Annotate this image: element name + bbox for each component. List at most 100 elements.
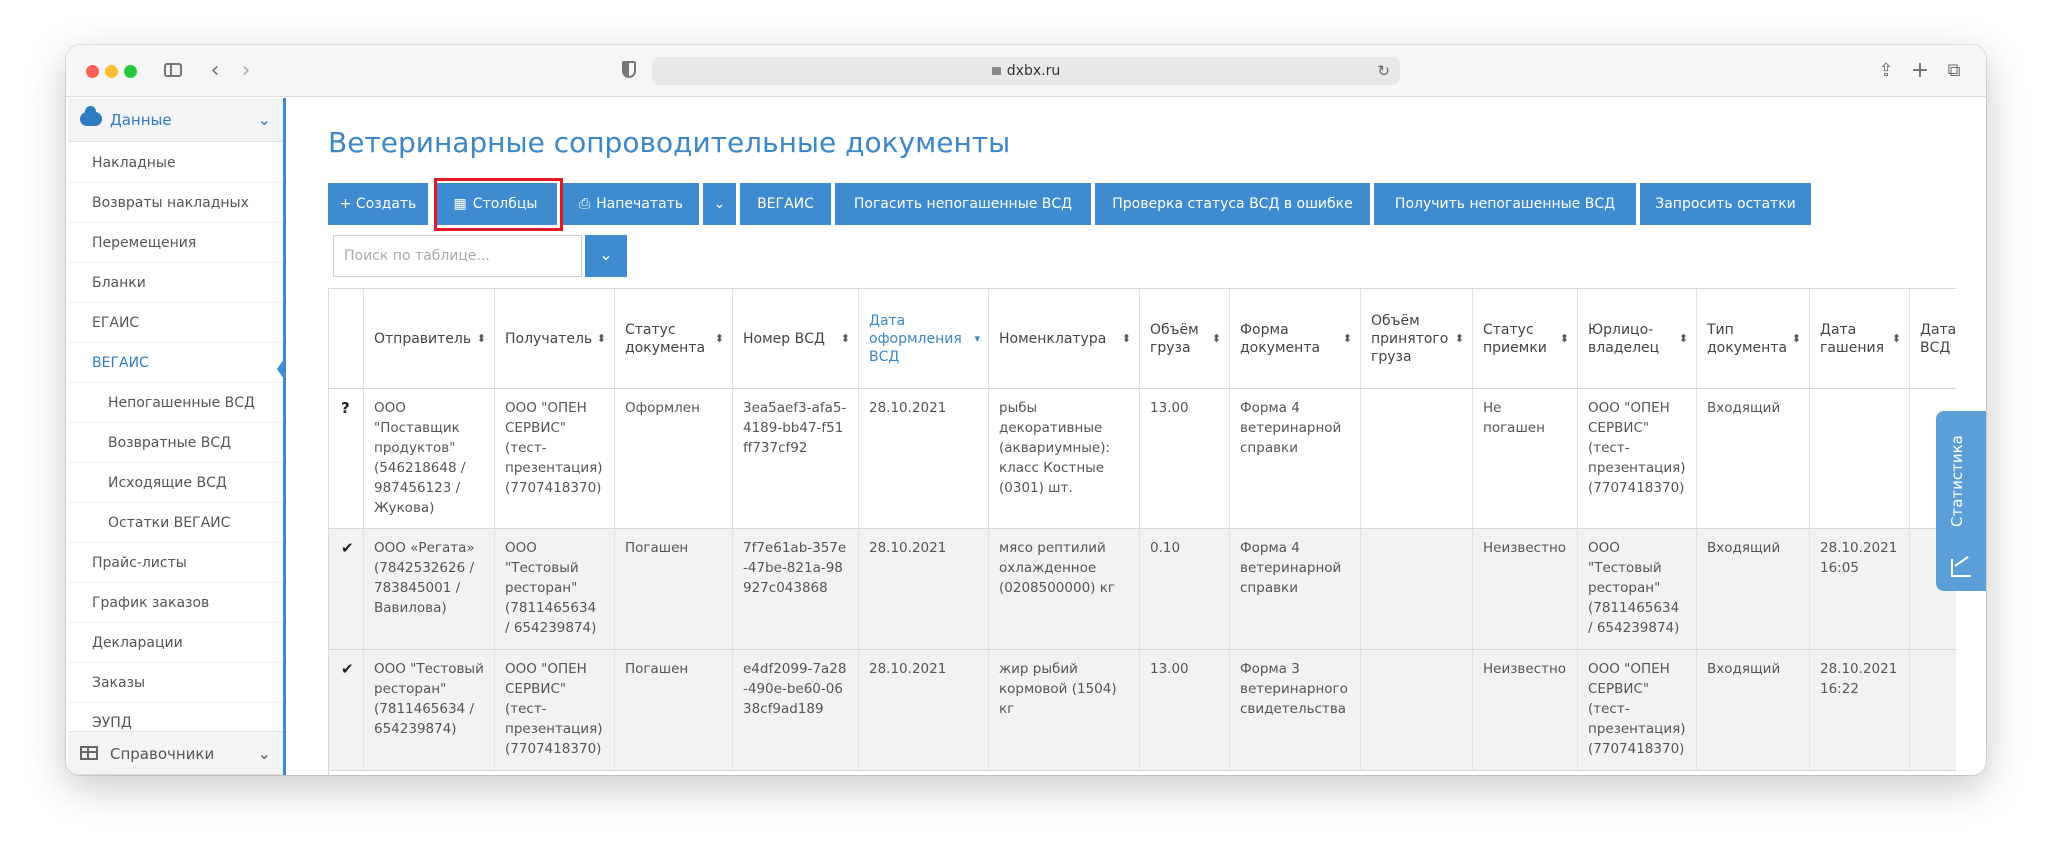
header-label: Юрлицо-владелец xyxy=(1588,321,1660,356)
sidebar-item-forms[interactable]: Бланки xyxy=(68,263,283,303)
sidebar-item-outgoing-vsd[interactable]: Исходящие ВСД xyxy=(68,463,283,503)
sort-icon: ⬍ xyxy=(1891,331,1901,345)
sidebar-item-label: Бланки xyxy=(92,275,146,291)
cell-legal-owner: ООО "ОПЕН СЕРВИС" (тест-презентация) (77… xyxy=(1578,650,1697,770)
cell-sender: ООО "Тестовый ресторан" (7811465634 / 65… xyxy=(364,650,495,770)
header-label: Форма документа xyxy=(1240,321,1321,356)
sidebar-item-invoices[interactable]: Накладные xyxy=(68,143,283,183)
header-document-form[interactable]: Форма документа ⬍ xyxy=(1230,289,1361,388)
double-chevron-down-icon: ⌄ xyxy=(599,245,613,264)
create-button[interactable]: + Создать xyxy=(328,183,428,225)
header-label: Тип документа xyxy=(1707,321,1788,356)
url-text: dxbx.ru xyxy=(1006,63,1061,79)
reload-icon[interactable]: ↻ xyxy=(1377,61,1390,81)
sort-icon: ⬍ xyxy=(1559,331,1569,345)
sidebar-item-transfers[interactable]: Перемещения xyxy=(68,223,283,263)
cell-nomenclature: рыбы декоративные (аквариумные): класс К… xyxy=(989,389,1140,528)
sidebar-item-order-schedule[interactable]: График заказов xyxy=(68,583,283,623)
tab-overview-icon[interactable]: ⧉ xyxy=(1940,57,1968,85)
sort-icon: ⬍ xyxy=(1791,331,1801,345)
checkmark-icon: ✔ xyxy=(329,529,364,649)
sidebar-item-price-lists[interactable]: Прайс-листы xyxy=(68,543,283,583)
sidebar-item-label: Возвратные ВСД xyxy=(108,435,232,451)
get-unredeemed-vsd-button[interactable]: Получить непогашенные ВСД xyxy=(1374,183,1636,225)
check-vsd-error-status-button[interactable]: Проверка статуса ВСД в ошибке xyxy=(1095,183,1370,225)
cell-document-form: Форма 4 ветеринарной справки xyxy=(1230,529,1361,649)
sidebar-item-label: Исходящие ВСД xyxy=(108,475,227,491)
table-search-input[interactable]: Поиск по таблице... xyxy=(333,235,582,277)
sidebar-section-references[interactable]: Справочники ⌄ xyxy=(68,731,283,775)
header-label: Получатель xyxy=(505,330,593,347)
header-legal-owner[interactable]: Юрлицо-владелец ⬍ xyxy=(1578,289,1697,388)
sidebar-item-egais[interactable]: ЕГАИС xyxy=(68,303,283,343)
table-row[interactable]: ? ООО "Поставщик продуктов" (546218648 /… xyxy=(329,389,1956,529)
sidebar-item-vegais[interactable]: ВЕГАИС xyxy=(68,343,286,383)
header-document-type[interactable]: Тип документа ⬍ xyxy=(1697,289,1810,388)
filter-expand-button[interactable]: ⌄ xyxy=(585,235,627,277)
checkmark-icon: ✔ xyxy=(329,650,364,770)
header-sent-date[interactable]: Дата отпр ВСД ВЕТ xyxy=(1910,289,1956,388)
vegais-button[interactable]: ВЕГАИС xyxy=(740,183,831,225)
cell-redemption-date: 28.10.2021 16:05 xyxy=(1810,529,1910,649)
print-icon: ⎙ xyxy=(578,196,591,212)
forward-icon[interactable]: › xyxy=(232,57,260,85)
header-label: Дата оформления ВСД xyxy=(869,312,962,365)
print-dropdown-button[interactable]: ⌄ xyxy=(703,183,736,225)
cell-document-status: Погашен xyxy=(615,650,733,770)
page-title: Ветеринарные сопроводительные документы xyxy=(328,126,1011,159)
header-redemption-date[interactable]: Дата гашения ⬍ xyxy=(1810,289,1910,388)
close-window-button[interactable] xyxy=(86,65,99,78)
zoom-window-button[interactable] xyxy=(124,65,137,78)
sort-icon: ⬍ xyxy=(1454,331,1464,345)
search-placeholder: Поиск по таблице... xyxy=(344,248,490,264)
cell-cargo-volume: 13.00 xyxy=(1140,389,1230,528)
header-vsd-date[interactable]: Дата оформления ВСД ▾ xyxy=(859,289,989,388)
redeem-unredeemed-vsd-button[interactable]: Погасить непогашенные ВСД xyxy=(835,183,1091,225)
print-button[interactable]: ⎙ Напечатать xyxy=(563,183,699,225)
sort-icon: ⬍ xyxy=(714,331,724,345)
sidebar-item-vegais-balance[interactable]: Остатки ВЕГАИС xyxy=(68,503,283,543)
header-acceptance-status[interactable]: Статус приемки ⬍ xyxy=(1473,289,1578,388)
app-content: Данные ⌄ Накладные Возвраты накладных Пе… xyxy=(66,98,1986,775)
header-cargo-volume[interactable]: Объём груза ⬍ xyxy=(1140,289,1230,388)
cell-vsd-date: 28.10.2021 xyxy=(859,650,989,770)
request-balance-button[interactable]: Запросить остатки xyxy=(1640,183,1811,225)
header-nomenclature[interactable]: Номенклатура ⬍ xyxy=(989,289,1140,388)
table-row[interactable]: ✔ ООО «Регата» (7842532626 / 783845001 /… xyxy=(329,529,1956,650)
header-label: Номер ВСД xyxy=(743,330,825,347)
cell-redemption-date: 28.10.2021 16:22 xyxy=(1810,650,1910,770)
sidebar-item-label: ВЕГАИС xyxy=(92,355,149,371)
sidebar-item-invoice-returns[interactable]: Возвраты накладных xyxy=(68,183,283,223)
header-receiver[interactable]: Получатель ⬍ xyxy=(495,289,615,388)
sidebar-item-label: Непогашенные ВСД xyxy=(108,395,255,411)
new-tab-icon[interactable]: + xyxy=(1906,57,1934,85)
sort-icon: ⬍ xyxy=(1342,331,1352,345)
sidebar-item-return-vsd[interactable]: Возвратные ВСД xyxy=(68,423,283,463)
header-vsd-number[interactable]: Номер ВСД ⬍ xyxy=(733,289,859,388)
privacy-shield-icon[interactable] xyxy=(622,61,636,78)
header-accepted-volume[interactable]: Объём принятого груза ⬍ xyxy=(1361,289,1473,388)
sort-icon: ⬍ xyxy=(476,331,486,345)
cell-document-status: Оформлен xyxy=(615,389,733,528)
header-label: Дата гашения xyxy=(1820,321,1885,356)
sidebar-toggle-icon[interactable] xyxy=(164,63,182,77)
share-icon[interactable]: ⇪ xyxy=(1872,57,1900,85)
header-sender[interactable]: Отправитель ⬍ xyxy=(364,289,495,388)
table-icon xyxy=(80,746,98,760)
sidebar-item-label: Возвраты накладных xyxy=(92,195,249,211)
address-bar[interactable]: dxbx.ru ↻ xyxy=(652,57,1400,85)
statistics-tab[interactable]: Статистика xyxy=(1936,411,1986,591)
cell-accepted-volume xyxy=(1361,529,1473,649)
cell-sent-date xyxy=(1910,650,1956,770)
browser-titlebar: ‹ › dxbx.ru ↻ ⇪ + ⧉ xyxy=(66,45,1986,97)
header-document-status[interactable]: Статус документа ⬍ xyxy=(615,289,733,388)
sidebar-item-orders[interactable]: Заказы xyxy=(68,663,283,703)
table-row[interactable]: ✔ ООО "Тестовый ресторан" (7811465634 / … xyxy=(329,650,1956,771)
back-icon[interactable]: ‹ xyxy=(201,57,229,85)
sidebar-item-unredeemed-vsd[interactable]: Непогашенные ВСД xyxy=(68,383,283,423)
sidebar-section-data[interactable]: Данные ⌄ xyxy=(68,98,283,142)
minimize-window-button[interactable] xyxy=(105,65,118,78)
sidebar-item-declarations[interactable]: Декларации xyxy=(68,623,283,663)
header-label: Объём принятого груза xyxy=(1371,312,1449,365)
status-question-icon: ? xyxy=(329,389,364,528)
